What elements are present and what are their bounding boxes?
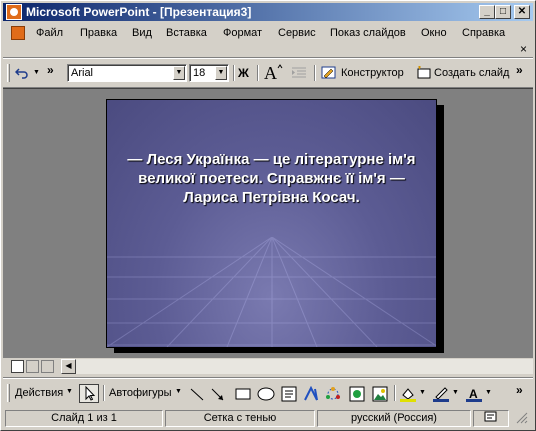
menu-help[interactable]: Справка [462, 27, 505, 39]
close-document-icon[interactable]: × [520, 42, 527, 56]
drawbar-separator [3, 377, 533, 379]
menu-window[interactable]: Окно [421, 27, 447, 39]
menu-edit[interactable]: Правка [80, 27, 117, 39]
slide-sorter-view-icon[interactable] [26, 360, 39, 373]
spelling-check-icon[interactable] [473, 410, 509, 427]
toolbar-separator [103, 385, 105, 401]
diagram-icon[interactable] [325, 386, 341, 402]
font-size-select[interactable]: 18 ▼ [189, 64, 229, 82]
menu-view[interactable]: Вид [132, 27, 152, 39]
toolbar-grip[interactable] [7, 64, 10, 82]
undo-dropdown-icon[interactable]: ▼ [33, 69, 40, 87]
window-title: Microsoft PowerPoint - [Презентация3] [26, 5, 252, 19]
font-name-select[interactable]: Arial ▼ [67, 64, 187, 82]
chevron-down-icon[interactable]: ▼ [215, 66, 227, 80]
menu-separator [3, 57, 533, 59]
bold-button[interactable]: Ж [238, 66, 249, 84]
slide-show-view-icon[interactable] [41, 360, 54, 373]
toolbar-overflow-button[interactable]: » [47, 63, 54, 81]
powerpoint-window: Microsoft PowerPoint - [Презентация3] _ … [0, 0, 536, 431]
select-pointer-icon[interactable] [79, 384, 99, 403]
horizontal-scrollbar[interactable]: ◀ [61, 359, 533, 374]
oval-icon[interactable] [257, 386, 275, 402]
toolbar-separator [314, 65, 316, 81]
line-color-icon[interactable] [433, 386, 449, 402]
font-name-value: Arial [71, 67, 94, 79]
drawing-overflow-button[interactable]: » [516, 383, 523, 401]
close-button[interactable]: ✕ [514, 5, 530, 19]
menu-tools[interactable]: Сервис [278, 27, 316, 39]
designer-button[interactable]: Конструктор [341, 67, 404, 85]
autoshapes-menu[interactable]: Автофигуры [109, 387, 172, 405]
fill-color-icon[interactable] [400, 386, 416, 402]
slide-text-box[interactable]: — Леся Українка — це літературне ім'я ве… [127, 150, 416, 207]
menu-slideshow[interactable]: Показ слайдов [330, 27, 406, 39]
undo-icon[interactable] [14, 67, 29, 85]
formatting-toolbar: ▼ » Arial ▼ 18 ▼ Ж A Конструктор Создать… [3, 61, 533, 85]
chevron-down-icon[interactable]: ▼ [175, 388, 182, 406]
menu-insert[interactable]: Вставка [166, 27, 207, 39]
increase-font-size-icon[interactable]: A [262, 62, 284, 83]
title-bar[interactable]: Microsoft PowerPoint - [Презентация3] _ … [3, 3, 533, 21]
font-color-icon[interactable]: A [466, 386, 482, 402]
powerpoint-app-icon[interactable] [6, 4, 22, 20]
svg-text:A: A [469, 387, 478, 401]
text-box-icon[interactable] [281, 386, 297, 402]
menu-file[interactable]: Файл [36, 27, 63, 39]
font-size-value: 18 [193, 67, 206, 79]
svg-text:A: A [264, 63, 277, 82]
view-bar: ◀ [3, 358, 533, 375]
minimize-button[interactable]: _ [479, 5, 495, 19]
slide-editing-area[interactable]: — Леся Українка — це літературне ім'я ве… [3, 88, 533, 358]
status-slide-info: Слайд 1 из 1 [5, 410, 163, 427]
clipart-icon[interactable] [349, 386, 365, 402]
maximize-button[interactable]: □ [495, 5, 511, 19]
insert-picture-icon[interactable] [372, 386, 388, 402]
status-bar: Слайд 1 из 1 Сетка с тенью русский (Росс… [3, 408, 533, 428]
toolbar-overflow-button-2[interactable]: » [516, 63, 523, 81]
slide[interactable]: — Леся Українка — це літературне ім'я ве… [106, 99, 437, 348]
line-icon[interactable] [189, 386, 205, 402]
menu-format[interactable]: Формат [223, 27, 262, 39]
indent-icon [291, 66, 307, 84]
wordart-icon[interactable] [303, 385, 319, 402]
toolbar-separator [394, 385, 396, 401]
chevron-down-icon[interactable]: ▼ [66, 388, 73, 406]
toolbar-grip[interactable] [7, 384, 10, 402]
actions-menu[interactable]: Действия [15, 387, 63, 405]
drawing-toolbar: Действия ▼ Автофигуры ▼ ▼ ▼ A ▼ » [3, 381, 533, 405]
status-design-name: Сетка с тенью [165, 410, 315, 427]
chevron-down-icon[interactable]: ▼ [419, 389, 426, 407]
design-icon[interactable] [321, 66, 337, 84]
document-icon[interactable] [11, 26, 25, 40]
new-slide-icon[interactable] [416, 66, 432, 84]
normal-view-icon[interactable] [11, 360, 24, 373]
toolbar-separator [233, 65, 235, 81]
toolbar-separator [257, 65, 259, 81]
arrow-icon[interactable] [210, 386, 226, 402]
chevron-down-icon[interactable]: ▼ [452, 389, 459, 407]
status-language: русский (Россия) [317, 410, 471, 427]
resize-grip-icon[interactable] [511, 410, 531, 427]
scroll-left-icon[interactable]: ◀ [61, 359, 76, 374]
chevron-down-icon[interactable]: ▼ [485, 389, 492, 407]
slide-grid-background [107, 237, 436, 347]
new-slide-button[interactable]: Создать слайд [434, 67, 509, 85]
menu-bar: Файл Правка Вид Вставка Формат Сервис По… [3, 23, 533, 56]
rectangle-icon[interactable] [235, 386, 251, 402]
chevron-down-icon[interactable]: ▼ [173, 66, 185, 80]
